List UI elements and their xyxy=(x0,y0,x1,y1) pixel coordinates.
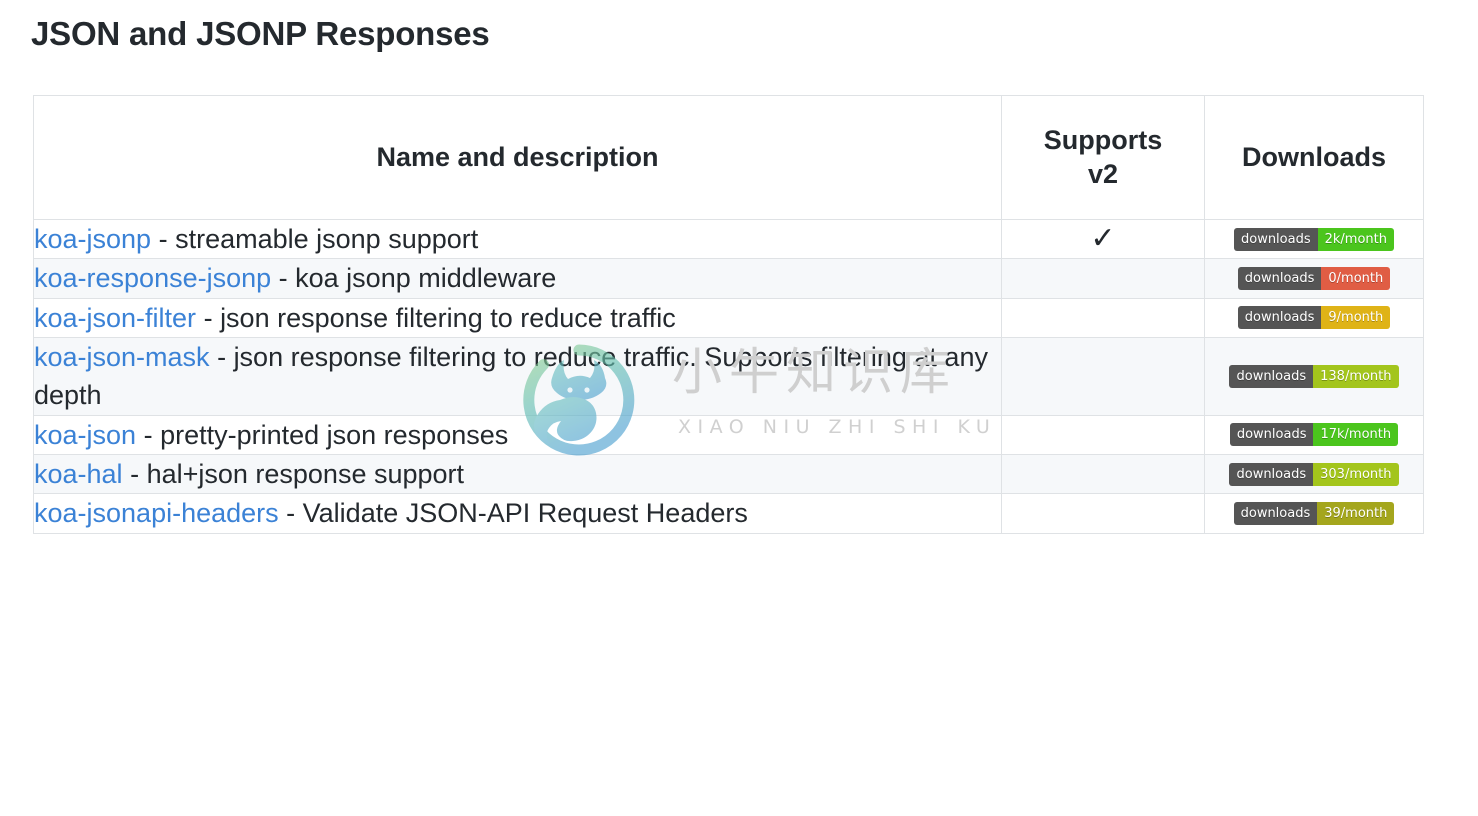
cell-name-description: koa-json-mask - json response filtering … xyxy=(33,336,1002,416)
cell-downloads: downloads 303/month xyxy=(1204,453,1424,495)
package-separator: - xyxy=(271,263,296,294)
column-header-supports-v2-line1: Supports xyxy=(1043,124,1163,155)
table-row: koa-jsonp - streamable jsonp support ✓ dow… xyxy=(33,218,1424,260)
cell-name-description: koa-json-filter - json response filterin… xyxy=(33,297,1002,338)
table-row: koa-response-jsonp - koa jsonp middlewar… xyxy=(33,258,1424,299)
downloads-badge-label: downloads xyxy=(1233,501,1318,525)
package-separator: - xyxy=(196,302,221,333)
downloads-badge-label: downloads xyxy=(1237,306,1322,330)
table-row: koa-hal - hal+json response support downl… xyxy=(33,453,1424,495)
downloads-badge-value: 17k/month xyxy=(1313,423,1399,447)
cell-supports-v2 xyxy=(1001,453,1205,495)
column-header-supports-v2: Supports v2 xyxy=(1001,95,1205,220)
cell-downloads: downloads 0/month xyxy=(1204,258,1424,299)
cell-downloads: downloads 39/month xyxy=(1204,493,1424,534)
package-link[interactable]: koa-response-jsonp xyxy=(34,263,271,293)
table-header-row: Name and description Supports v2 Downloa… xyxy=(33,95,1424,220)
downloads-badge-label: downloads xyxy=(1229,423,1314,447)
cell-downloads: downloads 17k/month xyxy=(1204,414,1424,455)
downloads-badge-value: 303/month xyxy=(1313,462,1399,486)
cell-supports-v2 xyxy=(1001,414,1205,455)
package-separator: - xyxy=(209,341,234,372)
downloads-badge[interactable]: downloads 0/month xyxy=(1237,266,1391,290)
cell-supports-v2 xyxy=(1001,493,1205,534)
table-body: koa-jsonp - streamable jsonp support ✓ dow… xyxy=(33,218,1424,534)
cell-supports-v2 xyxy=(1001,258,1205,299)
downloads-badge-label: downloads xyxy=(1229,462,1314,486)
column-header-name: Name and description xyxy=(33,95,1002,220)
package-description: json response filtering to reduce traffi… xyxy=(220,302,676,333)
cell-downloads: downloads 138/month xyxy=(1204,336,1424,416)
cell-supports-v2 xyxy=(1001,336,1205,416)
package-link[interactable]: koa-json-filter xyxy=(34,303,196,333)
downloads-badge[interactable]: downloads 138/month xyxy=(1229,364,1399,388)
cell-supports-v2: ✓ xyxy=(1001,218,1205,260)
cell-downloads: downloads 9/month xyxy=(1204,297,1424,338)
cell-name-description: koa-json - pretty-printed json responses xyxy=(33,414,1002,455)
downloads-badge-value: 9/month xyxy=(1321,306,1391,330)
cell-name-description: koa-hal - hal+json response support xyxy=(33,453,1002,495)
package-separator: - xyxy=(151,224,176,254)
page-root: JSON and JSONP Responses Name and descri… xyxy=(0,0,1478,816)
table-row: koa-json-filter - json response filterin… xyxy=(33,297,1424,338)
package-separator: - xyxy=(136,419,161,450)
cell-name-description: koa-jsonp - streamable jsonp support xyxy=(33,218,1002,260)
downloads-badge[interactable]: downloads 17k/month xyxy=(1229,423,1399,447)
cell-downloads: downloads 2k/month xyxy=(1204,218,1424,260)
cell-name-description: koa-jsonapi-headers - Validate JSON-API … xyxy=(33,493,1002,534)
downloads-badge-label: downloads xyxy=(1233,227,1318,251)
check-icon: ✓ xyxy=(1090,222,1116,256)
downloads-badge[interactable]: downloads 9/month xyxy=(1237,306,1391,330)
packages-table: Name and description Supports v2 Downloa… xyxy=(33,95,1424,534)
column-header-downloads: Downloads xyxy=(1204,95,1424,220)
downloads-badge[interactable]: downloads 2k/month xyxy=(1233,227,1394,251)
table-row: koa-jsonapi-headers - Validate JSON-API … xyxy=(33,493,1424,534)
package-link[interactable]: koa-json xyxy=(34,420,136,450)
downloads-badge[interactable]: downloads 303/month xyxy=(1229,462,1399,486)
table-row: koa-json-mask - json response filtering … xyxy=(33,336,1424,416)
package-separator: - xyxy=(122,458,147,489)
package-link[interactable]: koa-hal xyxy=(34,459,123,489)
package-description: koa jsonp middleware xyxy=(295,263,557,294)
packages-table-container: Name and description Supports v2 Downloa… xyxy=(33,95,1424,534)
table-row: koa-json - pretty-printed json responses… xyxy=(33,414,1424,455)
package-description: hal+json response support xyxy=(146,458,465,489)
package-separator: - xyxy=(278,498,303,529)
package-link[interactable]: koa-jsonapi-headers xyxy=(34,498,279,528)
package-description: pretty-printed json responses xyxy=(160,419,509,450)
downloads-badge-label: downloads xyxy=(1237,266,1322,290)
cell-supports-v2 xyxy=(1001,297,1205,338)
downloads-badge-value: 39/month xyxy=(1317,501,1395,525)
page-title: JSON and JSONP Responses xyxy=(31,15,490,52)
downloads-badge-value: 0/month xyxy=(1321,266,1391,290)
column-header-supports-v2-line2: v2 xyxy=(1087,158,1119,189)
table-header: Name and description Supports v2 Downloa… xyxy=(33,95,1424,220)
downloads-badge-value: 138/month xyxy=(1313,364,1399,388)
package-link[interactable]: koa-json-mask xyxy=(34,342,210,372)
downloads-badge-value: 2k/month xyxy=(1317,227,1394,251)
package-description: streamable jsonp support xyxy=(175,224,479,254)
package-description: Validate JSON-API Request Headers xyxy=(302,498,748,529)
downloads-badge-label: downloads xyxy=(1229,364,1314,388)
package-link[interactable]: koa-jsonp xyxy=(34,224,151,254)
cell-name-description: koa-response-jsonp - koa jsonp middlewar… xyxy=(33,258,1002,299)
downloads-badge[interactable]: downloads 39/month xyxy=(1233,501,1395,525)
